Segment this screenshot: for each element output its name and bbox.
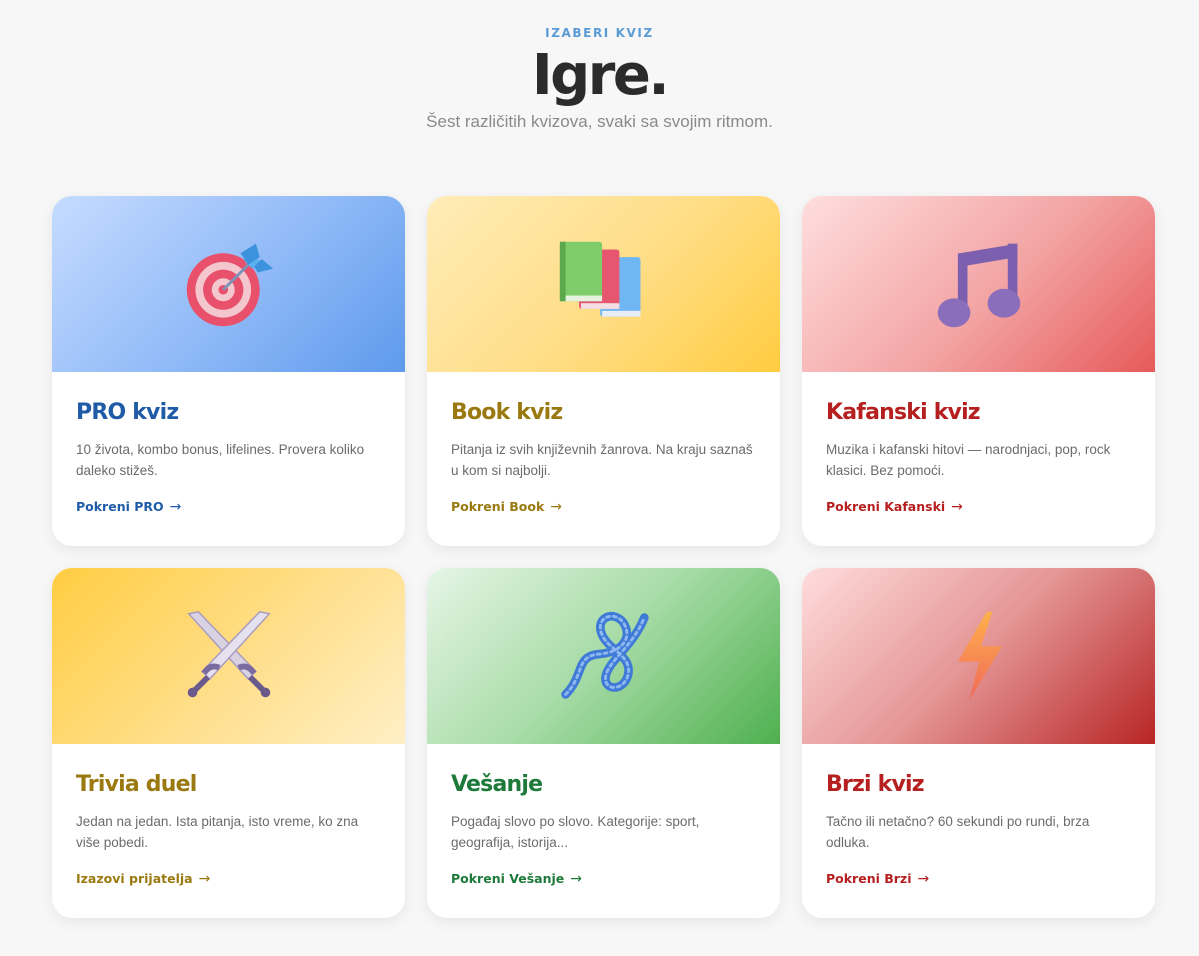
card-body: Brzi kviz Tačno ili netačno? 60 sekundi … <box>802 744 1155 887</box>
card-banner <box>802 568 1155 744</box>
cta-label: Pokreni Kafanski <box>826 499 946 514</box>
card-description: 10 života, kombo bonus, lifelines. Prove… <box>76 442 365 478</box>
card-body: Trivia duel Jedan na jedan. Ista pitanja… <box>52 744 405 887</box>
quiz-card-brzi[interactable]: Brzi kviz Tačno ili netačno? 60 sekundi … <box>802 568 1155 918</box>
card-description: Pitanja iz svih književnih žanrova. Na k… <box>451 442 753 478</box>
page-title: Igre. <box>531 43 670 108</box>
cta-label: Pokreni Vešanje <box>451 871 565 886</box>
challenge-friend-link[interactable]: Izazovi prijatelja → <box>76 871 210 887</box>
card-body: Kafanski kviz Muzika i kafanski hitovi —… <box>802 372 1155 515</box>
quiz-card-book[interactable]: Book kviz Pitanja iz svih književnih žan… <box>427 196 780 546</box>
arrow-right-icon: → <box>169 499 182 515</box>
card-banner <box>427 196 780 372</box>
target-icon <box>186 243 273 327</box>
card-banner <box>802 196 1155 372</box>
quiz-card-pro[interactable]: PRO kviz 10 života, kombo bonus, lifelin… <box>52 196 405 546</box>
card-title: Vešanje <box>451 772 543 797</box>
card-description: Jedan na jedan. Ista pitanja, isto vreme… <box>76 814 359 850</box>
arrow-right-icon: → <box>951 499 963 515</box>
quiz-card-trivia-duel[interactable]: Trivia duel Jedan na jedan. Ista pitanja… <box>52 568 405 918</box>
cta-label: Izazovi prijatelja <box>76 871 193 886</box>
card-banner <box>52 568 405 744</box>
quiz-grid: PRO kviz 10 života, kombo bonus, lifelin… <box>52 196 1155 918</box>
cta-label: Pokreni Brzi <box>826 871 912 886</box>
page-header: IZABERI KVIZ Igre. Šest različitih kvizo… <box>0 0 1199 132</box>
crossed-swords-icon <box>186 611 271 698</box>
card-title: Book kviz <box>451 400 563 425</box>
arrow-right-icon: → <box>198 871 211 887</box>
start-vesanje-link[interactable]: Pokreni Vešanje → <box>451 871 582 887</box>
card-description: Muzika i kafanski hitovi — narodnjaci, p… <box>826 442 1111 478</box>
card-description: Tačno ili netačno? 60 sekundi po rundi, … <box>826 814 1090 850</box>
cta-label: Pokreni PRO <box>76 499 164 514</box>
arrow-right-icon: → <box>917 871 930 887</box>
page-subtitle: Šest različitih kvizova, svaki sa svojim… <box>426 112 773 131</box>
card-description: Pogađaj slovo po slovo. Kategorije: spor… <box>451 814 700 850</box>
card-title: Kafanski kviz <box>826 400 981 425</box>
books-icon <box>559 241 640 317</box>
eyebrow-label: IZABERI KVIZ <box>545 26 654 40</box>
quiz-card-kafanski[interactable]: Kafanski kviz Muzika i kafanski hitovi —… <box>802 196 1155 546</box>
start-kafanski-link[interactable]: Pokreni Kafanski → <box>826 499 963 515</box>
quiz-card-vesanje[interactable]: Vešanje Pogađaj slovo po slovo. Kategori… <box>427 568 780 918</box>
cta-label: Pokreni Book <box>451 499 545 514</box>
arrow-right-icon: → <box>550 499 562 515</box>
start-book-link[interactable]: Pokreni Book → <box>451 499 562 515</box>
card-banner <box>52 196 405 372</box>
arrow-right-icon: → <box>570 871 582 887</box>
card-body: Vešanje Pogađaj slovo po slovo. Kategori… <box>427 744 780 887</box>
card-body: PRO kviz 10 života, kombo bonus, lifelin… <box>52 372 405 515</box>
music-note-icon <box>937 243 1020 328</box>
start-brzi-link[interactable]: Pokreni Brzi → <box>826 871 929 887</box>
lightning-icon <box>957 611 1002 701</box>
start-pro-link[interactable]: Pokreni PRO → <box>76 499 181 515</box>
card-title: Brzi kviz <box>826 772 925 797</box>
card-body: Book kviz Pitanja iz svih književnih žan… <box>427 372 780 515</box>
card-banner <box>427 568 780 744</box>
card-title: Trivia duel <box>76 772 197 797</box>
card-title: PRO kviz <box>76 400 179 425</box>
knot-icon <box>560 612 649 699</box>
